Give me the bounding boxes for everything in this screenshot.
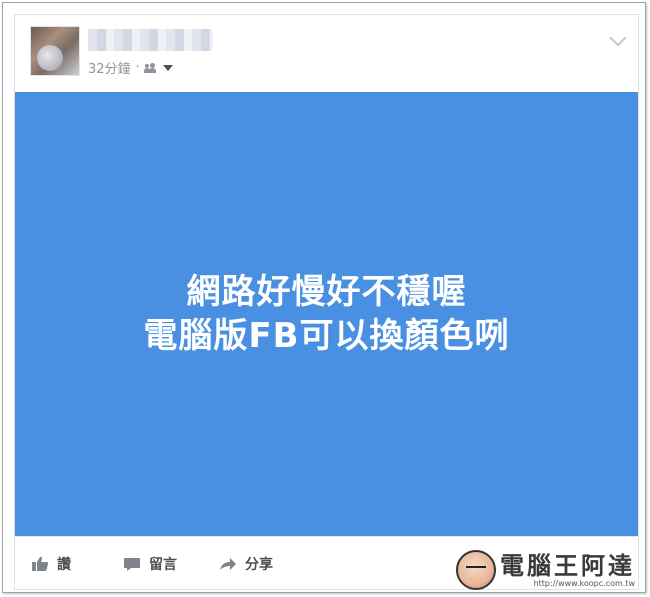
like-button[interactable]: 讚 bbox=[31, 554, 71, 574]
author-name-blurred[interactable] bbox=[88, 29, 213, 51]
watermark-title: 電腦王阿達 bbox=[500, 551, 635, 580]
like-label: 讚 bbox=[57, 556, 71, 573]
share-arrow-icon bbox=[220, 557, 236, 570]
watermark-text: 電腦王阿達 http://www.koopc.com.tw bbox=[500, 553, 635, 588]
post-text-line-2: 電腦版FB可以換顏色咧 bbox=[143, 316, 510, 356]
friends-icon bbox=[143, 62, 157, 73]
post-card: 32分鐘 · 網路好慢好不穩喔 電腦版FB可以換顏色咧 讚 留言 分享 bbox=[14, 14, 639, 590]
post-timestamp[interactable]: 32分鐘 bbox=[88, 58, 131, 77]
comment-button[interactable]: 留言 bbox=[123, 554, 177, 574]
thumbs-up-icon bbox=[32, 556, 49, 571]
post-text-background: 網路好慢好不穩喔 電腦版FB可以換顏色咧 bbox=[15, 92, 638, 536]
screenshot-frame: 32分鐘 · 網路好慢好不穩喔 電腦版FB可以換顏色咧 讚 留言 分享 電腦王阿… bbox=[2, 2, 646, 593]
post-meta: 32分鐘 · bbox=[88, 58, 173, 77]
meta-separator: · bbox=[135, 60, 140, 75]
avatar[interactable] bbox=[30, 26, 80, 76]
post-header: 32分鐘 · bbox=[15, 15, 638, 95]
comment-icon bbox=[124, 557, 140, 571]
mascot-logo bbox=[456, 550, 496, 590]
post-text-line-1: 網路好慢好不穩喔 bbox=[186, 272, 467, 312]
audience-dropdown-icon[interactable] bbox=[162, 64, 173, 71]
site-watermark: 電腦王阿達 http://www.koopc.com.tw bbox=[456, 550, 635, 590]
share-label: 分享 bbox=[245, 556, 273, 573]
chevron-down-icon[interactable] bbox=[609, 29, 627, 47]
share-button[interactable]: 分享 bbox=[219, 554, 273, 574]
comment-label: 留言 bbox=[149, 556, 177, 573]
watermark-url: http://www.koopc.com.tw bbox=[533, 578, 635, 588]
